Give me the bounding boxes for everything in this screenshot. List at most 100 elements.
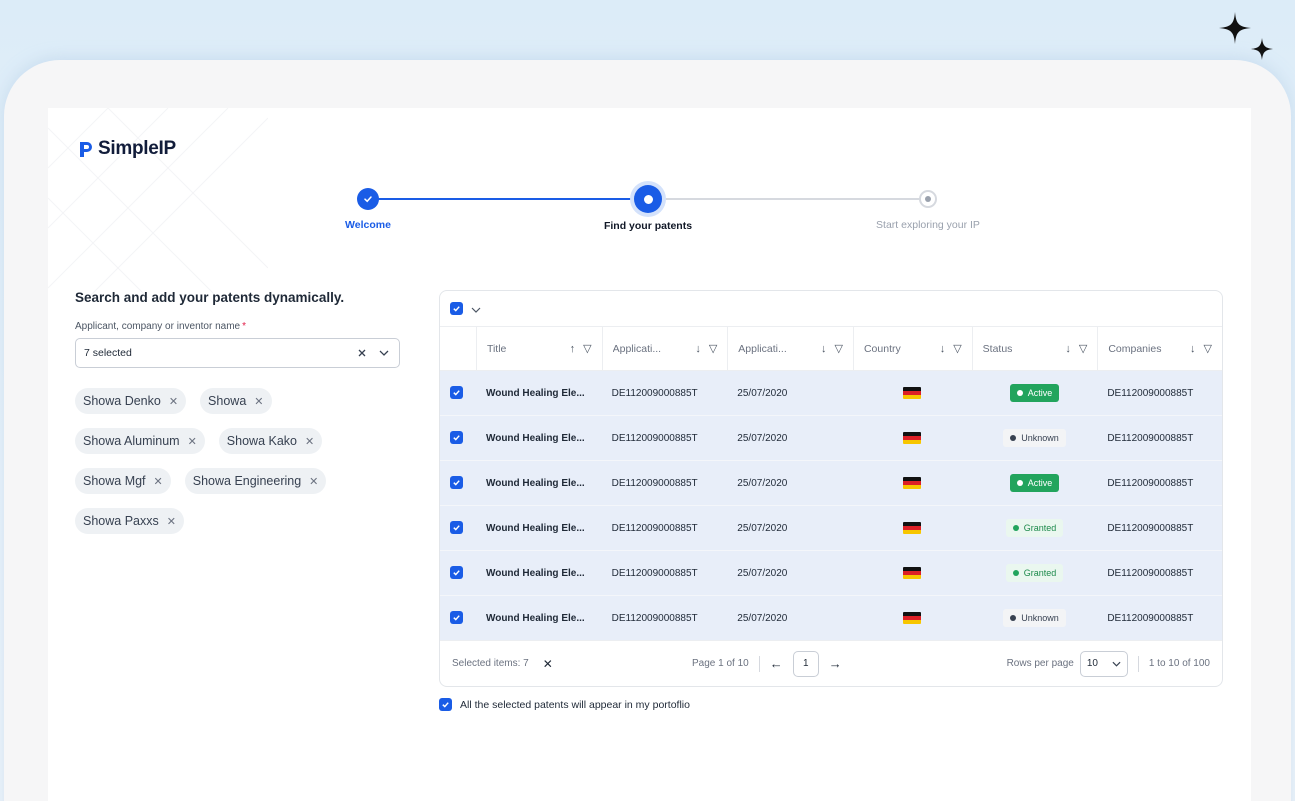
select-all-checkbox[interactable] <box>450 302 463 315</box>
filter-icon[interactable]: ▽ <box>1204 342 1212 355</box>
chip[interactable]: Showa Kako ✕ <box>218 428 323 454</box>
column-label: Status <box>982 342 1013 355</box>
cell-companies: DE112009000885T <box>1107 387 1194 399</box>
remove-chip-icon[interactable]: ✕ <box>305 435 314 448</box>
cell-country <box>853 477 972 489</box>
column-header-application-number[interactable]: Applicati... ↓ ▽ <box>601 327 728 370</box>
cell-status: Active <box>972 474 1098 492</box>
sort-up-icon[interactable]: ↑ <box>570 343 576 355</box>
status-dot-icon <box>1016 390 1023 396</box>
search-title: Search and add your patents dynamically. <box>75 290 345 305</box>
chip[interactable]: Showa Mgf ✕ <box>75 468 171 494</box>
germany-flag-icon <box>903 432 922 444</box>
column-header-companies[interactable]: Companies ↓ ▽ <box>1097 327 1222 370</box>
chip[interactable]: Showa Denko ✕ <box>75 388 187 414</box>
cell-country <box>853 432 972 444</box>
sort-down-icon[interactable]: ↓ <box>821 343 827 355</box>
table-row[interactable]: Wound Healing Ele... DE112009000885T 25/07… <box>440 371 1222 416</box>
status-dot-icon <box>1016 480 1023 486</box>
field-label-text: Applicant, company or inventor name <box>75 321 241 332</box>
chip[interactable]: Showa ✕ <box>200 388 272 414</box>
status-dot-icon <box>1012 525 1019 531</box>
cell-companies: DE112009000885T <box>1107 432 1194 444</box>
step-find-patents[interactable]: Find your patents <box>588 185 708 232</box>
table-row[interactable]: Wound Healing Ele... DE112009000885T 25/07… <box>440 416 1222 461</box>
sort-down-icon[interactable]: ↓ <box>1190 343 1196 355</box>
chip[interactable]: Showa Aluminum ✕ <box>75 428 205 454</box>
filter-icon[interactable]: ▽ <box>835 342 843 355</box>
remove-chip-icon[interactable]: ✕ <box>254 395 263 408</box>
cell-application-number: DE112009000885T <box>611 522 698 534</box>
cell-application-date: 25/07/2020 <box>737 387 788 399</box>
row-checkbox[interactable] <box>450 386 463 399</box>
column-header-title[interactable]: Title ↑ ▽ <box>475 327 602 370</box>
sort-down-icon[interactable]: ↓ <box>1065 343 1071 355</box>
chip-label: Showa Paxxs <box>83 514 159 528</box>
row-checkbox[interactable] <box>450 611 463 624</box>
cell-title: Wound Healing Ele... <box>485 612 585 624</box>
sort-down-icon[interactable]: ↓ <box>695 343 701 355</box>
arrow-left-icon[interactable]: ← <box>770 656 783 671</box>
brand-name: SimpleIP <box>98 138 176 159</box>
column-header-country[interactable]: Country ↓ ▽ <box>852 327 972 370</box>
chip[interactable]: Showa Paxxs ✕ <box>75 508 184 534</box>
row-checkbox[interactable] <box>450 476 463 489</box>
table-row[interactable]: Wound Healing Ele... DE112009000885T 25/07… <box>440 461 1222 506</box>
step-welcome[interactable]: Welcome <box>308 188 428 231</box>
rows-per-page-select[interactable]: 10 <box>1079 650 1128 677</box>
filter-icon[interactable]: ▽ <box>953 342 961 355</box>
range-label: 1 to 10 of 100 <box>1148 658 1210 669</box>
divider <box>758 655 760 672</box>
table-row[interactable]: Wound Healing Ele... DE112009000885T 25/07… <box>440 551 1222 596</box>
brand-logo[interactable]: SimpleIP <box>78 138 176 160</box>
portfolio-checkbox[interactable] <box>439 698 452 711</box>
rows-per-page-value: 10 <box>1086 658 1098 669</box>
cell-application-number: DE112009000885T <box>611 387 698 399</box>
sort-down-icon[interactable]: ↓ <box>940 343 946 355</box>
filter-icon[interactable]: ▽ <box>583 342 591 355</box>
chip-label: Showa Denko <box>83 394 161 408</box>
chip[interactable]: Showa Engineering ✕ <box>184 468 327 494</box>
column-header-status[interactable]: Status ↓ ▽ <box>971 327 1098 370</box>
clear-selection-icon[interactable]: ✕ <box>543 657 553 671</box>
filter-icon[interactable]: ▽ <box>709 342 717 355</box>
rows-per-page: Rows per page 10 1 to 10 of 100 <box>1007 650 1210 677</box>
row-checkbox-cell <box>440 521 476 535</box>
remove-chip-icon[interactable]: ✕ <box>188 435 197 448</box>
cell-application-date: 25/07/2020 <box>737 567 788 579</box>
patents-table: Title ↑ ▽ Applicati... ↓ ▽ Applicati... ↓ ▽ Co… <box>439 290 1223 687</box>
bulk-select-bar <box>440 291 1222 327</box>
chevron-down-icon[interactable] <box>471 300 481 318</box>
check-icon <box>357 188 379 210</box>
required-mark: * <box>242 321 246 332</box>
page-number-input[interactable]: 1 <box>792 650 819 677</box>
cell-country <box>853 522 972 534</box>
table-row[interactable]: Wound Healing Ele... DE112009000885T 25/07… <box>440 506 1222 551</box>
row-checkbox[interactable] <box>450 431 463 444</box>
row-checkbox[interactable] <box>450 521 463 534</box>
cell-country <box>853 387 972 399</box>
portfolio-confirmation: All the selected patents will appear in … <box>439 698 690 711</box>
table-row[interactable]: Wound Healing Ele... DE112009000885T 25/07… <box>440 596 1222 641</box>
column-label: Applicati... <box>738 342 787 355</box>
row-checkbox-cell <box>440 476 476 490</box>
cell-application-number: DE112009000885T <box>611 432 698 444</box>
status-label: Unknown <box>1021 613 1059 623</box>
cell-application-date: 25/07/2020 <box>737 612 788 624</box>
remove-chip-icon[interactable]: ✕ <box>167 515 176 528</box>
step-start-exploring[interactable]: Start exploring your IP <box>868 188 988 231</box>
remove-chip-icon[interactable]: ✕ <box>154 475 163 488</box>
applicant-multiselect[interactable]: 7 selected <box>75 338 400 368</box>
remove-chip-icon[interactable]: ✕ <box>309 475 318 488</box>
filter-icon[interactable]: ▽ <box>1079 342 1087 355</box>
status-label: Active <box>1027 388 1053 398</box>
chevron-down-icon[interactable] <box>377 346 391 360</box>
column-header-application-date[interactable]: Applicati... ↓ ▽ <box>727 327 853 370</box>
germany-flag-icon <box>903 387 922 399</box>
remove-chip-icon[interactable]: ✕ <box>169 395 178 408</box>
row-checkbox[interactable] <box>450 566 463 579</box>
chip-label: Showa Kako <box>226 434 297 448</box>
clear-icon[interactable] <box>355 346 369 360</box>
arrow-right-icon[interactable]: → <box>829 656 842 671</box>
chip-label: Showa Mgf <box>83 474 146 488</box>
